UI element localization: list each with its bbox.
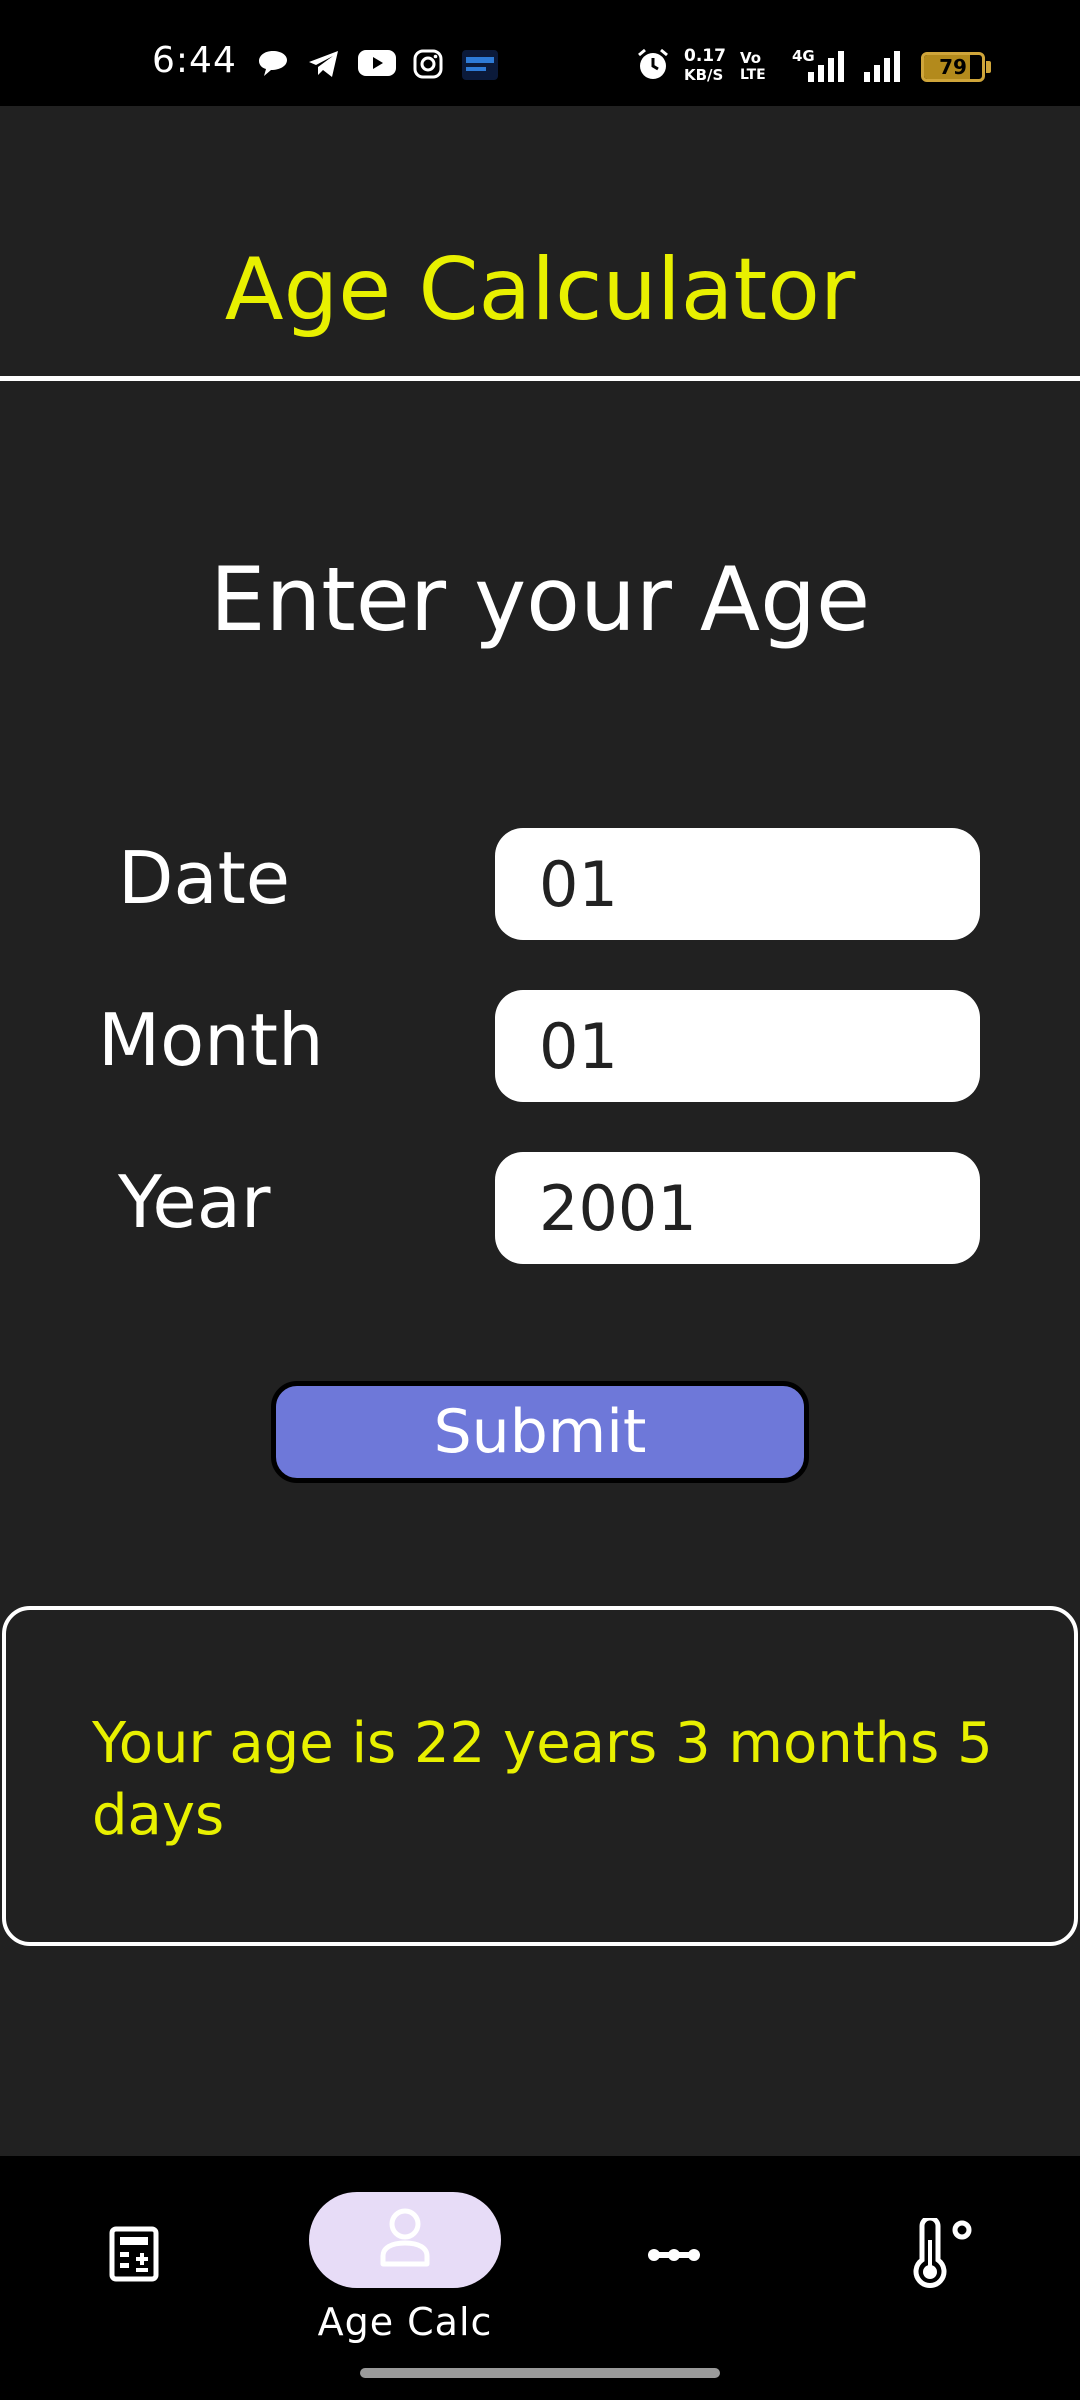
- telegram-icon: [309, 51, 338, 77]
- instagram-icon: [413, 49, 443, 79]
- net-speed-value: 0.17: [684, 46, 726, 66]
- status-time: 6:44: [152, 40, 237, 81]
- alarm-icon: [638, 48, 668, 79]
- youtube-icon: [358, 50, 396, 76]
- volte-bottom: LTE: [740, 67, 766, 83]
- person-icon: [380, 2208, 430, 2267]
- app-title: Age Calculator: [224, 240, 856, 340]
- thermometer-icon: [913, 2215, 972, 2288]
- result-text: Your age is 22 years 3 months 5 days: [92, 1711, 993, 1848]
- section-title: Enter your Age: [209, 548, 871, 651]
- net-speed-unit: KB/S: [684, 66, 724, 84]
- submit-button[interactable]: Submit: [271, 1381, 809, 1483]
- battery-nub: [986, 61, 991, 73]
- signal-strength-icon: [808, 51, 844, 82]
- nav-item-temperature[interactable]: [908, 2215, 978, 2290]
- battery-level: 79: [939, 55, 967, 79]
- chat-notification-icon: [259, 51, 287, 76]
- battery-icon: 79: [921, 52, 985, 82]
- paytm-icon: [462, 50, 498, 80]
- more-dots-icon: [648, 2249, 700, 2261]
- nav-item-calculator[interactable]: [108, 2226, 160, 2282]
- volte-top: Vo: [740, 49, 762, 67]
- header-divider: [0, 376, 1080, 381]
- date-input[interactable]: [495, 828, 980, 940]
- month-input[interactable]: [495, 990, 980, 1102]
- home-indicator[interactable]: [360, 2368, 720, 2378]
- month-label: Month: [98, 998, 324, 1082]
- year-input[interactable]: [495, 1152, 980, 1264]
- year-label: Year: [118, 1160, 271, 1244]
- date-label: Date: [118, 836, 291, 920]
- app-screen: 6:44 0.17 KB/S Vo LTE 4G 79 Age Calculat…: [0, 0, 1080, 2400]
- nav-label-age-calc: Age Calc: [317, 2300, 493, 2344]
- nav-item-more[interactable]: [646, 2240, 702, 2270]
- status-bar: 6:44 0.17 KB/S Vo LTE 4G 79: [0, 0, 1080, 106]
- calculator-icon: [109, 2226, 159, 2282]
- signal-strength-2-icon: [864, 51, 900, 82]
